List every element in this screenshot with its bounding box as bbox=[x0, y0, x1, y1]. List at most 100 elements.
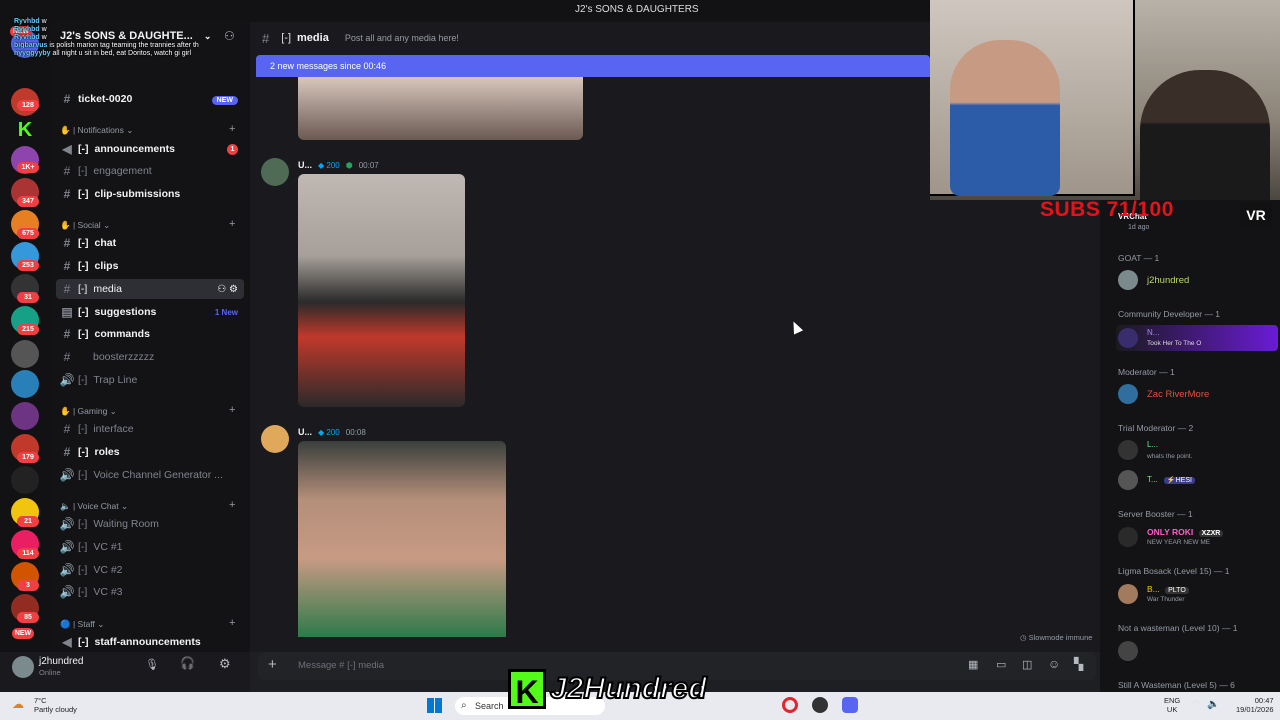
channel-roles[interactable]: # [-] roles bbox=[56, 442, 244, 462]
channel-vc1[interactable]: 🔊 [-] VC #1 bbox=[56, 537, 244, 557]
channel-vc3[interactable]: 🔊 [-] VC #3 bbox=[56, 582, 244, 602]
member-name[interactable]: N... bbox=[1147, 328, 1159, 337]
channel-waiting-room[interactable]: 🔊 [-] Waiting Room bbox=[56, 514, 244, 534]
member-name[interactable]: j2hundred bbox=[1147, 275, 1189, 286]
opera-icon[interactable] bbox=[782, 697, 798, 713]
gif-icon[interactable]: ▭ bbox=[996, 658, 1006, 671]
server-icon[interactable] bbox=[11, 466, 39, 494]
channel-suggestions[interactable]: ▤ [-] suggestions 1 New bbox=[56, 302, 244, 322]
emoji-icon[interactable]: ☺ bbox=[1048, 657, 1060, 671]
channel-clip-submissions[interactable]: # [-] clip-submissions bbox=[56, 184, 244, 204]
server-icon[interactable] bbox=[11, 370, 39, 398]
channel-label: interface bbox=[93, 423, 134, 435]
server-icon[interactable] bbox=[11, 402, 39, 430]
member-row-highlight[interactable] bbox=[1116, 325, 1278, 351]
category-label: | Social bbox=[72, 220, 101, 230]
server-icon[interactable] bbox=[11, 340, 39, 368]
lang-bottom: UK bbox=[1166, 705, 1178, 714]
avatar[interactable] bbox=[1118, 584, 1138, 604]
new-messages-banner[interactable]: 2 new messages since 00:46 bbox=[256, 55, 930, 77]
channel-commands[interactable]: # [-] commands bbox=[56, 324, 244, 344]
windows-start-icon[interactable] bbox=[427, 698, 442, 713]
create-channel-button[interactable]: + bbox=[229, 499, 235, 511]
channel-vc2[interactable]: 🔊 [-] VC #2 bbox=[56, 560, 244, 580]
kick-server-icon[interactable]: K bbox=[11, 116, 39, 144]
avatar[interactable] bbox=[261, 158, 289, 186]
avatar[interactable] bbox=[1118, 470, 1138, 490]
category-notifications[interactable]: ✋ | Notifications ⌄ bbox=[60, 125, 133, 136]
overlay-text: all night u sit in bed, eat Doritos, wat… bbox=[52, 50, 192, 57]
slowmode-indicator: ◷ Slowmode immune bbox=[1020, 633, 1093, 642]
category-voice[interactable]: 🔈 | Voice Chat ⌄ bbox=[60, 501, 128, 512]
gift-icon[interactable]: ▦ bbox=[968, 658, 978, 671]
avatar[interactable] bbox=[12, 656, 34, 678]
create-channel-button[interactable]: + bbox=[229, 218, 235, 230]
avatar[interactable] bbox=[1118, 328, 1138, 348]
avatar[interactable] bbox=[261, 425, 289, 453]
rail-new-badge: NEW bbox=[12, 628, 34, 639]
member-name[interactable]: B... PLTO bbox=[1147, 584, 1189, 594]
member-group-heading: Moderator — 1 bbox=[1118, 367, 1175, 377]
category-gaming[interactable]: ✋ | Gaming ⌄ bbox=[60, 406, 117, 417]
speaker-icon: 🔈 bbox=[60, 501, 71, 511]
channel-clips[interactable]: # [-] clips bbox=[56, 256, 244, 276]
channel-trap-line[interactable]: 🔊 [-] Trap Line bbox=[56, 370, 244, 390]
gear-icon[interactable]: ⚙ bbox=[219, 656, 231, 672]
attachment-image[interactable] bbox=[298, 441, 506, 637]
speaker-icon: 🔊 bbox=[59, 517, 75, 531]
channel-voice-generator[interactable]: 🔊 [-] Voice Channel Generator ... bbox=[56, 465, 244, 485]
avatar[interactable] bbox=[1118, 527, 1138, 547]
channel-media[interactable]: # [-] media ⚇ ⚙ bbox=[56, 279, 244, 299]
apps-icon[interactable]: ▚ bbox=[1074, 657, 1083, 671]
create-channel-button[interactable]: + bbox=[229, 404, 235, 416]
category-social[interactable]: ✋ | Social ⌄ bbox=[60, 220, 110, 231]
avatar[interactable] bbox=[1118, 270, 1138, 290]
sticker-icon[interactable]: ◫ bbox=[1022, 658, 1032, 671]
lang-top: ENG bbox=[1164, 696, 1181, 705]
message-author[interactable]: U... bbox=[298, 160, 312, 170]
member-name[interactable]: Zac RiverMore bbox=[1147, 389, 1209, 400]
category-staff[interactable]: 🔵 | Staff ⌄ bbox=[60, 619, 104, 630]
weather-widget[interactable]: 7°C Partly cloudy bbox=[34, 696, 77, 714]
channel-label: media bbox=[93, 283, 122, 295]
clock[interactable]: 00:47 19/01/2026 bbox=[1236, 696, 1274, 714]
stream-chat-overlay: Ryvhbd w Ryvhbd w Ryvhbd w bigbarvus is … bbox=[14, 18, 224, 58]
weather-icon[interactable]: ☁ bbox=[12, 697, 24, 711]
message-author[interactable]: U... bbox=[298, 427, 312, 437]
member-name-label: T... bbox=[1147, 475, 1158, 484]
gear-icon[interactable]: ⚙ bbox=[229, 284, 238, 295]
channel-chat[interactable]: # [-] chat bbox=[56, 233, 244, 253]
channel-boosterzzzzz[interactable]: # boosterzzzzz bbox=[56, 347, 244, 367]
plus-icon[interactable]: + bbox=[268, 656, 277, 673]
create-channel-button[interactable]: + bbox=[229, 617, 235, 629]
avatar[interactable] bbox=[1118, 384, 1138, 404]
member-name[interactable]: L... bbox=[1147, 440, 1158, 449]
composer-placeholder: Message # [-] media bbox=[298, 660, 385, 671]
language-indicator[interactable]: ENG UK bbox=[1164, 696, 1180, 714]
member-group-heading: Not a wasteman (Level 10) — 1 bbox=[1118, 623, 1238, 633]
app-icon[interactable] bbox=[812, 697, 828, 713]
server-rail: K 128 1K+ 347 675 253 31 215 179 21 114 … bbox=[0, 0, 50, 692]
channel-prefix: [-] bbox=[78, 469, 88, 481]
rail-badge: 253 bbox=[17, 260, 39, 271]
wifi-icon[interactable]: ◠ bbox=[1191, 699, 1200, 710]
hash-icon: # bbox=[63, 187, 71, 201]
avatar[interactable] bbox=[1118, 641, 1138, 661]
discord-icon[interactable] bbox=[842, 697, 858, 713]
attachment-image[interactable] bbox=[298, 174, 465, 407]
headphones-icon[interactable]: 🎧 bbox=[180, 656, 195, 670]
member-name[interactable]: ONLY ROKI XZXR bbox=[1147, 527, 1224, 537]
channel-staff-announcements[interactable]: ◀ [-] staff-announcements bbox=[56, 632, 244, 652]
member-name[interactable]: T... ⚡HESI bbox=[1147, 475, 1195, 484]
invite-icon[interactable]: ⚇ bbox=[217, 284, 226, 295]
channel-announcements[interactable]: ◀ [-] announcements 1 bbox=[56, 139, 244, 159]
add-member-icon[interactable]: ⚇ bbox=[224, 29, 235, 43]
channel-interface[interactable]: # [-] interface bbox=[56, 419, 244, 439]
avatar[interactable] bbox=[1118, 440, 1138, 460]
channel-ticket[interactable]: # ticket-0020 NEW bbox=[56, 89, 244, 109]
attachment-image[interactable] bbox=[298, 77, 583, 140]
create-channel-button[interactable]: + bbox=[229, 123, 235, 135]
mic-icon[interactable]: 🎙 bbox=[145, 658, 159, 671]
volume-icon[interactable]: 🔈 bbox=[1207, 699, 1219, 710]
channel-engagement[interactable]: # [-] engagement bbox=[56, 161, 244, 181]
